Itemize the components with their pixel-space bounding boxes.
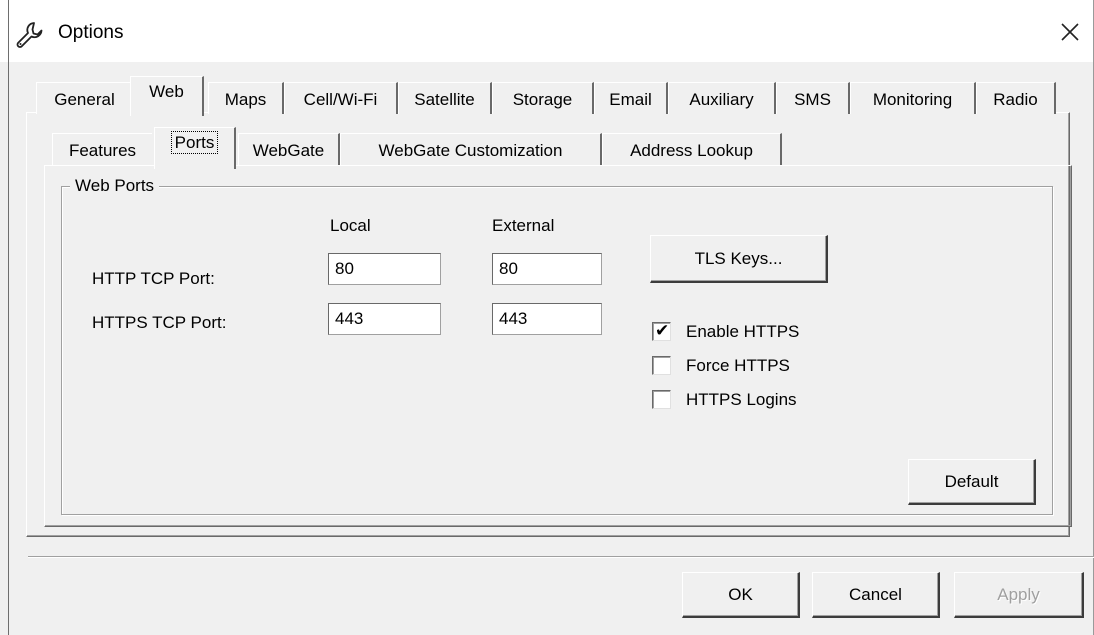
tab-sms[interactable]: SMS <box>776 82 850 114</box>
title-bar <box>0 0 1094 62</box>
tab-ports[interactable]: Ports <box>154 127 236 169</box>
enable-https-label: Enable HTTPS <box>686 322 800 341</box>
web-ports-group <box>61 186 1053 515</box>
tab-storage[interactable]: Storage <box>492 82 594 114</box>
https-logins-checkbox[interactable] <box>652 390 671 409</box>
tab-label: WebGate <box>252 141 325 160</box>
tab-label: Address Lookup <box>630 141 753 160</box>
button-label: Cancel <box>849 584 902 604</box>
group-title: Web Ports <box>70 176 160 196</box>
tab-label: Maps <box>224 90 267 109</box>
button-label: Default <box>944 471 999 491</box>
tab-label: Email <box>609 90 652 109</box>
http-port-label: HTTP TCP Port: <box>92 269 215 288</box>
tab-webgate-customization[interactable]: WebGate Customization <box>340 133 602 165</box>
tab-radio[interactable]: Radio <box>976 82 1056 114</box>
tab-label: General <box>54 90 115 109</box>
window-title: Options <box>58 22 124 43</box>
tab-label: Monitoring <box>872 90 953 109</box>
tab-label: Web <box>149 82 184 101</box>
close-icon <box>1061 23 1079 41</box>
ok-button[interactable]: OK <box>682 572 800 618</box>
wrench-icon <box>14 20 44 50</box>
default-button[interactable]: Default <box>908 459 1036 505</box>
button-label: Apply <box>997 584 1040 604</box>
https-external-port-input[interactable] <box>492 303 602 335</box>
col-external-header: External <box>492 216 555 235</box>
enable-https-checkbox[interactable]: ✔ <box>652 321 671 341</box>
tab-label: Storage <box>512 90 573 109</box>
https-port-label: HTTPS TCP Port: <box>92 313 227 332</box>
tab-address-lookup[interactable]: Address Lookup <box>602 133 782 165</box>
tab-features[interactable]: Features <box>52 133 152 165</box>
tab-maps[interactable]: Maps <box>208 82 284 114</box>
tab-label: Auxiliary <box>689 90 754 109</box>
force-https-label: Force HTTPS <box>686 356 790 375</box>
tab-web[interactable]: Web <box>130 76 204 116</box>
tab-general[interactable]: General <box>36 82 132 114</box>
col-local-header: Local <box>330 216 371 235</box>
https-logins-label: HTTPS Logins <box>686 390 797 409</box>
tab-label: Cell/Wi-Fi <box>303 90 378 109</box>
https-local-port-input[interactable] <box>328 303 441 335</box>
tab-auxiliary[interactable]: Auxiliary <box>668 82 776 114</box>
checkmark-icon: ✔ <box>655 321 670 340</box>
tab-webgate[interactable]: WebGate <box>238 133 340 165</box>
tab-label: SMS <box>794 90 831 109</box>
button-label: OK <box>728 584 753 604</box>
tab-cell-wifi[interactable]: Cell/Wi-Fi <box>284 82 398 114</box>
tab-label: Ports <box>170 131 219 154</box>
cancel-button[interactable]: Cancel <box>812 572 940 618</box>
apply-button[interactable]: Apply <box>954 572 1084 618</box>
tab-monitoring[interactable]: Monitoring <box>850 82 976 114</box>
tab-satellite[interactable]: Satellite <box>398 82 492 114</box>
window-border-left <box>8 0 9 635</box>
tls-keys-button[interactable]: TLS Keys... <box>650 235 828 283</box>
tab-label: WebGate Customization <box>378 141 563 160</box>
tab-label: Features <box>68 141 137 160</box>
tab-label: Radio <box>993 90 1038 109</box>
close-button[interactable] <box>1050 14 1090 50</box>
footer-separator <box>28 556 1094 557</box>
http-local-port-input[interactable] <box>328 253 441 285</box>
force-https-checkbox[interactable] <box>652 356 671 375</box>
tab-email[interactable]: Email <box>594 82 668 114</box>
button-label: TLS Keys... <box>694 248 783 268</box>
tab-label: Satellite <box>414 90 475 109</box>
http-external-port-input[interactable] <box>492 253 602 285</box>
